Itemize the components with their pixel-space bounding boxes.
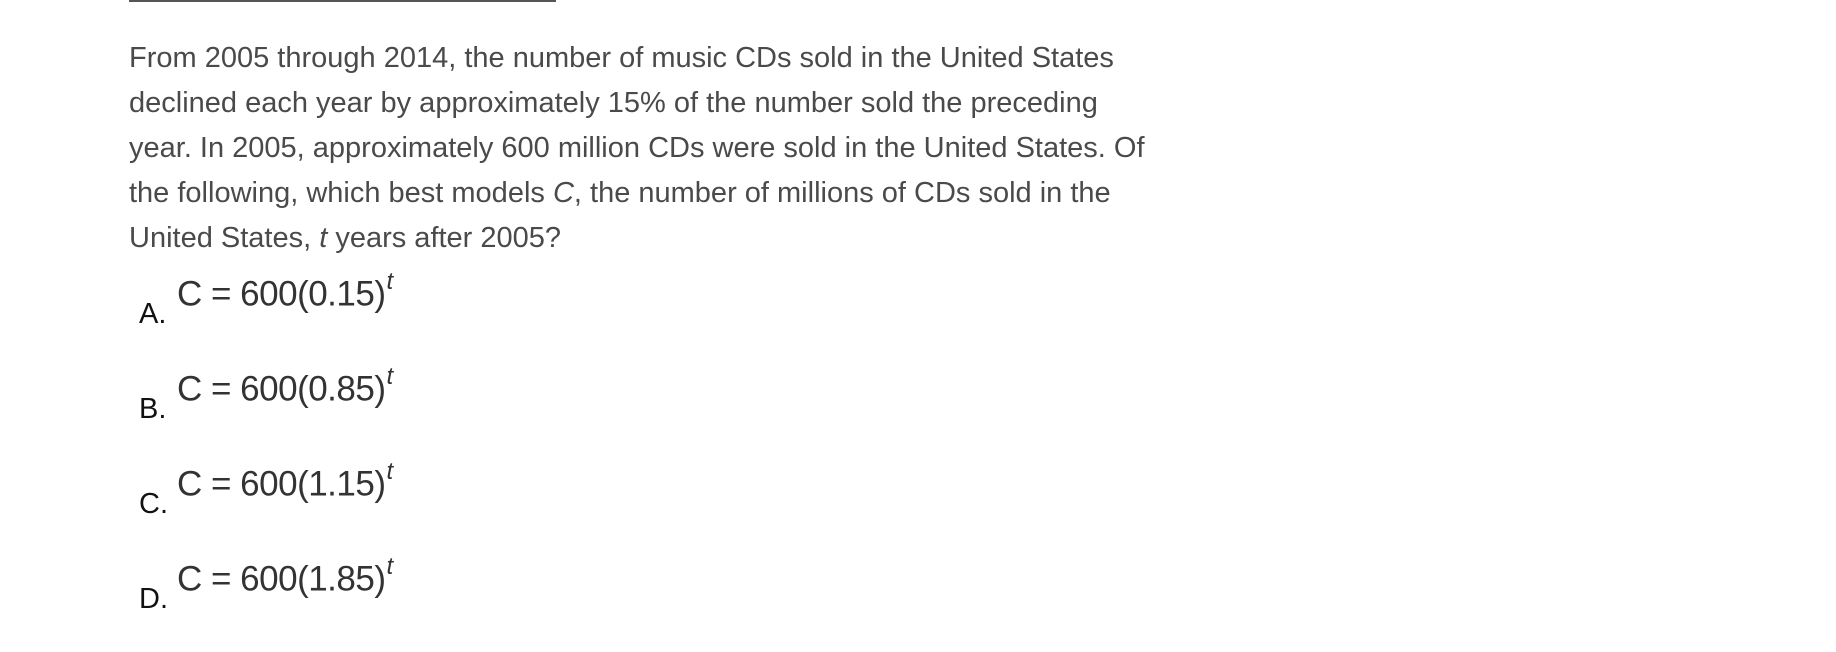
choice-formula: C = 600(0.15)t bbox=[177, 268, 393, 314]
choice-letter: C. bbox=[139, 488, 168, 520]
choice-formula: C = 600(1.15)t bbox=[177, 458, 393, 504]
top-divider bbox=[129, 0, 556, 2]
question-text: From 2005 through 2014, the number of mu… bbox=[129, 36, 1149, 261]
choice-formula: C = 600(1.85)t bbox=[177, 553, 393, 599]
choice-d[interactable]: D. C = 600(1.85)t bbox=[139, 553, 393, 652]
choice-a[interactable]: A. C = 600(0.15)t bbox=[139, 268, 393, 367]
choice-letter: D. bbox=[139, 583, 168, 615]
choice-letter: B. bbox=[139, 393, 167, 425]
choice-c[interactable]: C. C = 600(1.15)t bbox=[139, 458, 393, 557]
choice-formula: C = 600(0.85)t bbox=[177, 363, 393, 409]
choice-letter: A. bbox=[139, 298, 167, 330]
answer-choices: A. C = 600(0.15)t B. C = 600(0.85)t C. C… bbox=[139, 268, 393, 652]
question-part-3: years after 2005? bbox=[327, 222, 562, 254]
choice-b[interactable]: B. C = 600(0.85)t bbox=[139, 363, 393, 462]
variable-c: C bbox=[552, 177, 574, 209]
